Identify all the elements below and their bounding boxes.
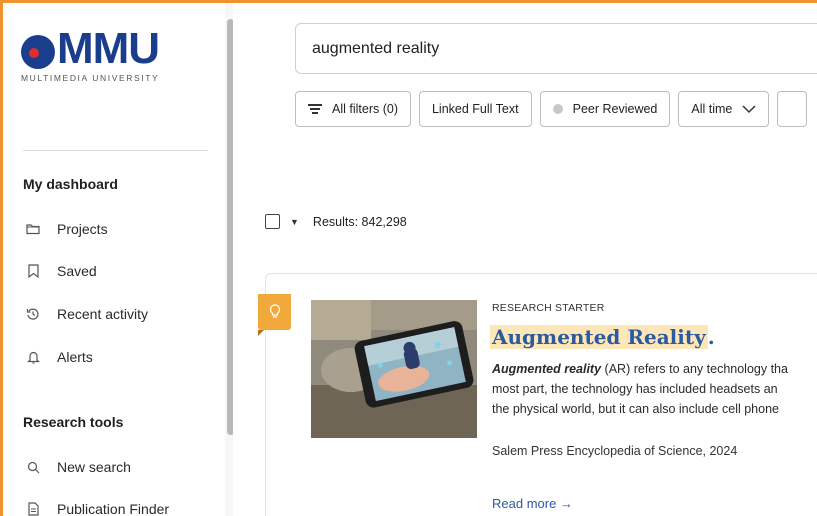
linked-full-text-label: Linked Full Text bbox=[431, 102, 519, 116]
search-input[interactable]: augmented reality bbox=[295, 23, 817, 74]
bookmark-icon bbox=[23, 263, 43, 279]
sidebar-divider bbox=[23, 150, 208, 151]
logo-mark: MMU bbox=[21, 24, 191, 73]
sidebar-item-label: Saved bbox=[57, 263, 97, 279]
result-abstract: Augmented reality (AR) refers to any tec… bbox=[492, 359, 817, 419]
caret-down-icon[interactable]: ▼ bbox=[290, 217, 299, 227]
sidebar-item-alerts[interactable]: Alerts bbox=[23, 349, 93, 365]
peer-reviewed-label: Peer Reviewed bbox=[572, 102, 658, 116]
sidebar-item-projects[interactable]: Projects bbox=[23, 221, 108, 237]
abstract-line-1: (AR) refers to any technology tha bbox=[601, 362, 788, 376]
result-type-label: RESEARCH STARTER bbox=[492, 302, 605, 314]
mmu-logo[interactable]: MMU MULTIMEDIA UNIVERSITY bbox=[21, 24, 191, 91]
sidebar-item-label: New search bbox=[57, 459, 131, 475]
sidebar-item-saved[interactable]: Saved bbox=[23, 263, 97, 279]
result-thumbnail[interactable] bbox=[311, 300, 477, 438]
lightbulb-icon bbox=[258, 294, 291, 330]
document-icon bbox=[23, 501, 43, 516]
sidebar-item-label: Alerts bbox=[57, 349, 93, 365]
read-more-link[interactable]: Read more → bbox=[492, 496, 573, 511]
badge-fold bbox=[258, 330, 264, 336]
select-all-checkbox[interactable] bbox=[265, 214, 280, 229]
main-content: augmented reality All filters (0) Linked… bbox=[233, 3, 817, 516]
history-icon bbox=[23, 306, 43, 322]
search-query-text: augmented reality bbox=[312, 39, 440, 57]
sidebar-item-new-search[interactable]: New search bbox=[23, 459, 131, 475]
logo-text: MMU bbox=[57, 24, 160, 73]
results-toolbar: ▼ Results: 842,298 bbox=[265, 214, 407, 229]
peer-reviewed-icon bbox=[552, 104, 563, 114]
all-filters-button[interactable]: All filters (0) bbox=[295, 91, 411, 127]
sidebar-item-label: Recent activity bbox=[57, 306, 149, 322]
result-title-suffix: . bbox=[707, 325, 715, 349]
filter-bar: All filters (0) Linked Full Text Peer Re… bbox=[295, 91, 808, 127]
time-range-label: All time bbox=[691, 102, 733, 116]
logo-emblem-icon bbox=[21, 35, 55, 69]
result-source: Salem Press Encyclopedia of Science, 202… bbox=[492, 444, 738, 458]
result-title-link[interactable]: Augmented Reality. bbox=[490, 325, 715, 349]
filter-icon bbox=[308, 102, 322, 116]
more-filters-chip[interactable] bbox=[777, 91, 808, 127]
result-title-highlight: Augmented Reality bbox=[490, 325, 708, 349]
abstract-line-3: the physical world, but it can also incl… bbox=[492, 402, 779, 416]
logo-subtitle: MULTIMEDIA UNIVERSITY bbox=[21, 73, 160, 83]
sidebar-item-label: Publication Finder bbox=[57, 501, 170, 516]
chevron-down-icon bbox=[742, 102, 756, 117]
research-tools-heading: Research tools bbox=[23, 414, 124, 430]
results-count: Results: 842,298 bbox=[312, 214, 407, 229]
sidebar-item-publication-finder[interactable]: Publication Finder bbox=[23, 501, 169, 516]
linked-full-text-button[interactable]: Linked Full Text bbox=[418, 91, 532, 127]
sidebar: MMU MULTIMEDIA UNIVERSITY My dashboard P… bbox=[3, 3, 236, 516]
abstract-line-2: most part, the technology has included h… bbox=[492, 382, 778, 396]
folder-icon bbox=[23, 221, 43, 237]
sidebar-item-recent-activity[interactable]: Recent activity bbox=[23, 306, 148, 322]
all-filters-label: All filters (0) bbox=[332, 102, 398, 116]
search-icon bbox=[23, 459, 43, 475]
sidebar-item-label: Projects bbox=[57, 221, 108, 237]
abstract-lead: Augmented reality bbox=[492, 362, 602, 376]
peer-reviewed-button[interactable]: Peer Reviewed bbox=[539, 91, 671, 127]
bell-icon bbox=[23, 349, 43, 365]
time-range-dropdown[interactable]: All time bbox=[678, 91, 770, 127]
my-dashboard-heading: My dashboard bbox=[23, 176, 118, 192]
